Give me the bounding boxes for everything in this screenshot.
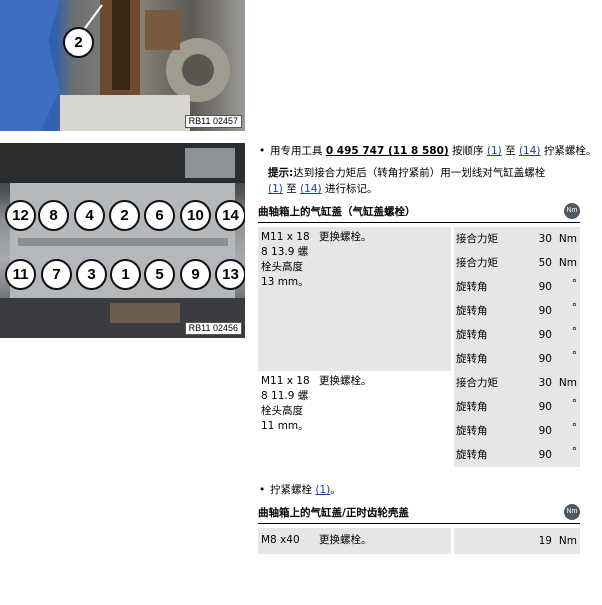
bolt-callout-2: 2	[109, 200, 140, 231]
cylinder-head-drawing	[0, 143, 245, 338]
figure-code: RB11 02457	[184, 115, 242, 128]
torque-row: 接合力矩 50 Nm	[456, 257, 577, 269]
angle-row: 旋转角 90 °	[456, 302, 577, 317]
bolt-callout-13: 13	[215, 259, 245, 290]
bolt-ref-link-1[interactable]: (1)	[487, 145, 502, 157]
torque-row: 接合力矩 30 Nm	[456, 233, 577, 245]
bolt-callout-5: 5	[144, 259, 175, 290]
bolt-description: 更换螺栓。	[319, 231, 372, 243]
special-tool-link[interactable]: 0 495 747 (11 8 580)	[326, 145, 449, 157]
bolt-callout-2: 2	[63, 27, 94, 58]
bolt-callout-14: 14	[215, 200, 245, 231]
bolt-spec: M11 x 18 8 11.9 螺 栓头高度 11 mm。	[261, 375, 310, 432]
torque-table-timing-cover: M8 x40 更换螺栓。 19 Nm	[258, 528, 580, 554]
angle-row: 旋转角 90 °	[456, 326, 577, 341]
section-title-text: 曲轴箱上的气缸盖（气缸盖螺栓）	[258, 206, 416, 218]
bolt-spec: M11 x 18 8 13.9 螺 栓头高度 13 mm。	[261, 231, 310, 288]
engine-photo-top: 2 RB11 02457	[0, 0, 245, 131]
bolt-callout-4: 4	[74, 200, 105, 231]
column-divider	[451, 227, 454, 371]
torque-table-group-2: M11 x 18 8 11.9 螺 栓头高度 11 mm。 更换螺栓。 接合力矩…	[258, 371, 580, 467]
angle-row: 旋转角 90 °	[456, 278, 577, 293]
hint-ref-link-14[interactable]: (14)	[300, 183, 322, 195]
bolt-callout-11: 11	[5, 259, 36, 290]
step1-to: 至	[501, 145, 519, 157]
bolt-callout-1: 1	[110, 259, 141, 290]
section-title-timing-cover: 曲轴箱上的气缸盖/正时齿轮壳盖 Nm	[258, 503, 580, 524]
hint-suffix: 进行标记。	[321, 183, 378, 195]
section-title-text: 曲轴箱上的气缸盖/正时齿轮壳盖	[258, 507, 409, 519]
bolt-callout-9: 9	[180, 259, 211, 290]
step2-suffix: 。	[330, 484, 341, 496]
hint-text: 达到接合力矩后（转角拧紧前）用一划线对气缸盖螺栓	[293, 167, 546, 179]
angle-row: 旋转角 90 °	[456, 422, 577, 437]
bolt-ref-link-1[interactable]: (1)	[315, 484, 330, 496]
torque-row: 19 Nm	[538, 535, 577, 547]
angle-row: 旋转角 90 °	[456, 350, 577, 365]
torque-table-group-1: M11 x 18 8 13.9 螺 栓头高度 13 mm。 更换螺栓。 接合力矩…	[258, 227, 580, 371]
figure-code: RB11 02456	[184, 322, 242, 335]
bolt-ref-link-14[interactable]: (14)	[519, 145, 541, 157]
hint-ref-link-1[interactable]: (1)	[268, 183, 283, 195]
bolt-callout-7: 7	[41, 259, 72, 290]
torque-row: 接合力矩 30 Nm	[456, 377, 577, 389]
section-title-cylinder-head-bolts: 曲轴箱上的气缸盖（气缸盖螺栓） Nm	[258, 202, 580, 223]
bolt-spec: M8 x40	[261, 534, 300, 546]
engine-photo-top-drawing	[0, 0, 230, 131]
bolt-description: 更换螺栓。	[319, 375, 372, 387]
bolt-callout-3: 3	[76, 259, 107, 290]
angle-row: 旋转角 90 °	[456, 446, 577, 461]
step1-mid: 按顺序	[448, 145, 487, 157]
bolt-callout-6: 6	[144, 200, 175, 231]
cylinder-head-photo: 12 8 4 2 6 10 14 11 7 3 1 5 9 13 RB11 02…	[0, 143, 245, 338]
bolt-description: 更换螺栓。	[319, 534, 372, 546]
hint-label: 提示:	[268, 167, 294, 179]
column-divider	[451, 528, 454, 554]
hint-to: 至	[282, 183, 301, 195]
step1-suffix: 拧紧螺栓。	[540, 145, 597, 157]
bullet-dot: •	[259, 145, 266, 157]
hint-note: 提示:达到接合力矩后（转角拧紧前）用一划线对气缸盖螺栓 (1) 至 (14) 进…	[268, 165, 588, 197]
step1-prefix: 用专用工具	[270, 145, 326, 157]
bolt-callout-10: 10	[180, 200, 211, 231]
bullet-dot: •	[259, 484, 266, 496]
step2-prefix: 拧紧螺栓	[270, 484, 316, 496]
bolt-callout-8: 8	[38, 200, 69, 231]
bolt-callout-12: 12	[5, 200, 36, 231]
torque-icon: Nm	[564, 504, 580, 520]
torque-icon: Nm	[564, 203, 580, 219]
angle-row: 旋转角 90 °	[456, 398, 577, 413]
